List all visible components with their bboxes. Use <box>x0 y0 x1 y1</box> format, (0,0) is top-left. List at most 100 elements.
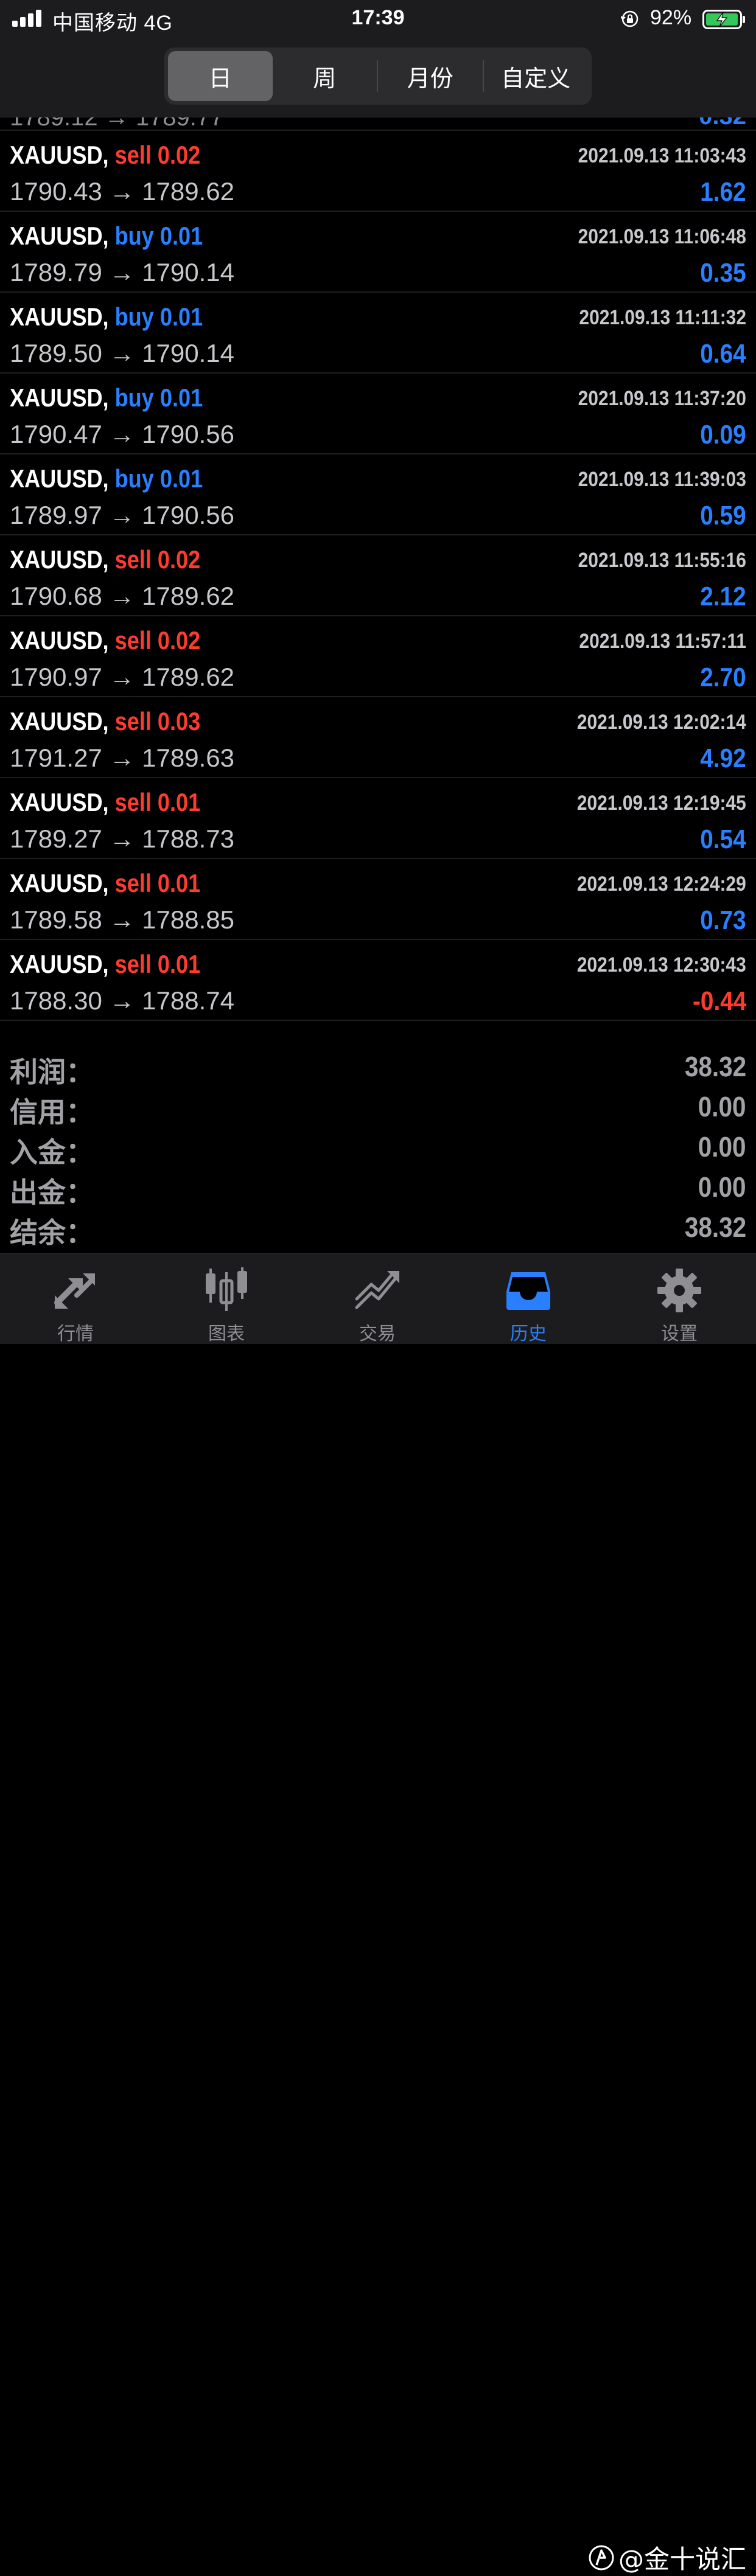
tab-label: 历史 <box>510 1323 547 1345</box>
tab-label: 设置 <box>661 1323 698 1345</box>
trade-prices: 1790.47 → 1790.56 <box>10 420 234 448</box>
tab-label: 图表 <box>208 1323 245 1345</box>
candlestick-chart-icon <box>206 1267 247 1311</box>
trade-side-volume: sell 0.01 <box>114 869 201 897</box>
trade-symbol-line: XAUUSD, buy 0.01 <box>10 383 203 413</box>
summary-value: 0.00 <box>698 1131 746 1163</box>
trade-time: 2021.09.13 11:55:16 <box>578 549 746 572</box>
trade-prices: 1789.50 → 1790.14 <box>10 339 234 367</box>
tab-quotes[interactable]: 行情 <box>0 1254 151 1345</box>
trade-prices: 1789.79 → 1790.14 <box>10 258 234 287</box>
trade-row[interactable]: XAUUSD, buy 0.01 2021.09.13 11:06:48 1789.… <box>0 212 756 293</box>
history-inbox-icon <box>506 1272 550 1310</box>
tab-custom[interactable]: 自定义 <box>484 51 589 101</box>
trade-symbol-line: XAUUSD, buy 0.01 <box>10 302 203 332</box>
trade-row[interactable]: XAUUSD, buy 0.01 2021.09.13 11:37:20 1790.… <box>0 374 756 454</box>
battery-charging-icon <box>702 10 745 29</box>
clock: 17:39 <box>351 6 405 29</box>
summary-value: 0.00 <box>698 1171 746 1203</box>
quotes-arrows-icon <box>54 1273 95 1309</box>
watermark: @金十说汇 <box>588 2539 746 2576</box>
summary-withdrawal-row: 出金： 0.00 <box>0 1167 756 1209</box>
trade-prices: 1790.68 → 1789.62 <box>10 582 234 610</box>
trade-side-volume: sell 0.02 <box>114 141 201 169</box>
tab-day[interactable]: 日 <box>168 51 273 101</box>
trade-row[interactable]: XAUUSD, sell 0.02 2021.09.13 11:55:16 1790… <box>0 535 756 616</box>
trade-prices: 1789.27 → 1788.73 <box>10 824 234 853</box>
trade-profit: -0.44 <box>692 986 746 1016</box>
trade-row[interactable]: XAUUSD, buy 0.01 2021.09.13 11:39:03 1789.… <box>0 454 756 535</box>
bottom-tab-bar: 行情 图表 交易 历史 设置 @金十说汇 <box>0 1253 756 2574</box>
trade-profit: 0.73 <box>700 905 746 935</box>
trade-row[interactable]: XAUUSD, sell 0.02 2021.09.13 11:57:11 1790… <box>0 616 756 697</box>
summary-label: 利润： <box>10 1056 94 1088</box>
trade-time: 2021.09.13 11:39:03 <box>578 468 746 491</box>
trade-prices: 1790.43 → 1789.62 <box>10 177 234 206</box>
trade-row[interactable]: XAUUSD, sell 0.02 2021.09.13 11:03:43 1790… <box>0 131 756 212</box>
summary-profit-row: 利润： 38.32 <box>0 1046 756 1088</box>
summary-value: 38.32 <box>684 1211 746 1243</box>
trade-symbol-line: XAUUSD, buy 0.01 <box>10 221 203 251</box>
summary-balance-row: 结余： 38.32 <box>0 1207 756 1249</box>
trade-profit: 0.32 <box>699 117 746 130</box>
tab-settings[interactable]: 设置 <box>604 1254 755 1345</box>
summary-label: 信用： <box>10 1096 94 1129</box>
trade-side-volume: buy 0.01 <box>114 221 203 250</box>
trade-time: 2021.09.13 11:03:43 <box>578 144 746 167</box>
tab-history[interactable]: 历史 <box>453 1254 604 1345</box>
trade-side-volume: sell 0.02 <box>114 626 201 655</box>
trade-time: 2021.09.13 11:37:20 <box>578 387 746 410</box>
trade-row[interactable]: XAUUSD, sell 0.03 2021.09.13 12:02:14 1791… <box>0 697 756 778</box>
trade-symbol: XAUUSD, <box>10 221 109 250</box>
trade-side-volume: sell 0.03 <box>114 707 201 736</box>
trade-symbol-line: XAUUSD, sell 0.03 <box>10 707 200 736</box>
trade-profit: 2.70 <box>700 663 746 692</box>
trade-history-list: 1789.12 → 1789.77 0.32 XAUUSD, sell 0.02… <box>0 117 756 1021</box>
trade-symbol: XAUUSD, <box>10 464 109 493</box>
trade-symbol-line: XAUUSD, sell 0.02 <box>10 141 200 170</box>
status-bar: 中国移动 4G 17:39 92% <box>0 0 756 39</box>
tab-label: 行情 <box>57 1323 94 1345</box>
trade-side-volume: buy 0.01 <box>114 302 203 331</box>
trade-symbol: XAUUSD, <box>10 383 109 412</box>
tab-month[interactable]: 月份 <box>378 51 483 101</box>
trade-time: 2021.09.13 11:06:48 <box>578 225 746 248</box>
rotation-lock-icon <box>621 10 639 27</box>
trade-trend-icon <box>355 1271 399 1309</box>
summary-label: 出金： <box>10 1176 94 1209</box>
trade-symbol: XAUUSD, <box>10 788 109 816</box>
summary-deposit-row: 入金： 0.00 <box>0 1127 756 1169</box>
trade-symbol: XAUUSD, <box>10 545 109 574</box>
trade-symbol: XAUUSD, <box>10 707 109 736</box>
trade-row[interactable]: XAUUSD, sell 0.01 2021.09.13 12:19:45 1789… <box>0 778 756 859</box>
jin10-logo-icon <box>589 2545 614 2570</box>
summary-value: 0.00 <box>698 1091 746 1123</box>
trade-time: 2021.09.13 12:02:14 <box>577 711 746 734</box>
trade-prices: 1790.97 → 1789.62 <box>10 663 234 691</box>
trade-profit: 4.92 <box>700 743 746 773</box>
list-item-partial[interactable]: 1789.12 → 1789.77 0.32 <box>0 117 756 131</box>
tab-week[interactable]: 周 <box>273 51 377 101</box>
trade-symbol: XAUUSD, <box>10 626 109 655</box>
trade-symbol: XAUUSD, <box>10 141 109 169</box>
trade-time: 2021.09.13 11:57:11 <box>579 630 746 653</box>
trade-profit: 0.35 <box>700 258 746 288</box>
trade-symbol-line: XAUUSD, sell 0.01 <box>10 869 200 898</box>
trade-profit: 0.09 <box>700 420 746 450</box>
trade-row[interactable]: XAUUSD, sell 0.01 2021.09.13 12:30:43 1788… <box>0 940 756 1021</box>
trade-profit: 0.64 <box>700 339 746 369</box>
trade-symbol-line: XAUUSD, sell 0.02 <box>10 626 200 655</box>
trade-row[interactable]: XAUUSD, sell 0.01 2021.09.13 12:24:29 1789… <box>0 859 756 940</box>
trade-symbol-line: XAUUSD, buy 0.01 <box>10 464 203 493</box>
trade-time: 2021.09.13 12:19:45 <box>577 792 746 815</box>
trade-symbol-line: XAUUSD, sell 0.01 <box>10 788 200 817</box>
summary-credit-row: 信用： 0.00 <box>0 1087 756 1129</box>
summary-label: 入金： <box>10 1136 94 1169</box>
trade-time: 2021.09.13 11:11:32 <box>579 306 746 329</box>
trade-time: 2021.09.13 12:24:29 <box>577 872 746 896</box>
tab-trade[interactable]: 交易 <box>302 1254 453 1345</box>
trade-row[interactable]: XAUUSD, buy 0.01 2021.09.13 11:11:32 1789.… <box>0 293 756 374</box>
tab-chart[interactable]: 图表 <box>151 1254 302 1345</box>
trade-prices: 1789.12 → 1789.77 <box>10 117 224 131</box>
trade-profit: 0.54 <box>700 824 746 854</box>
